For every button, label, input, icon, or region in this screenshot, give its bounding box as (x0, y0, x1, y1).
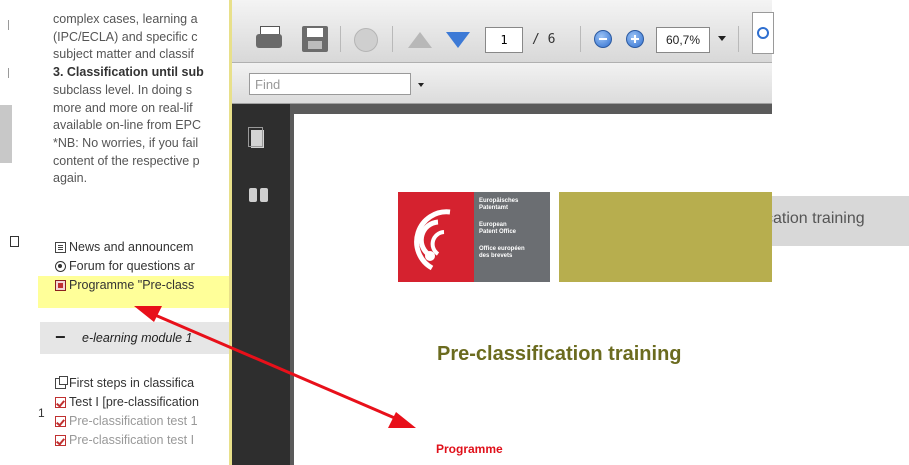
chevron-down-icon[interactable] (718, 36, 726, 41)
logo-line: des brevets (479, 253, 513, 259)
activity-link[interactable]: Pre-classification test 1 (55, 412, 232, 431)
epo-logo (398, 192, 474, 282)
toolbar-separator (580, 26, 581, 52)
logo-line: Europäisches (479, 198, 519, 204)
gutter-mark (8, 20, 13, 30)
description-heading: 3. Classification until sub (53, 65, 204, 80)
resource-list: News and announcem Forum for questions a… (55, 238, 232, 295)
activity-link[interactable]: First steps in classifica (55, 374, 232, 393)
epo-wordmark: Europäisches Patentamt European Patent O… (474, 192, 550, 282)
description-line: available on-line from EPC (53, 118, 201, 133)
forum-icon (55, 261, 66, 272)
toolbar-separator (340, 26, 341, 52)
activity-link[interactable]: Test I [pre-classification (55, 393, 232, 412)
nav-row-selected[interactable]: cation training (765, 196, 909, 246)
previous-page-icon[interactable] (408, 32, 432, 48)
gutter-panel (0, 105, 12, 163)
gutter-mark (8, 68, 13, 78)
module-title: e-learning module 1 (82, 331, 193, 345)
page-icon (55, 376, 68, 389)
pdf-viewer: 1 / 6 60,7% Find Europäisches Patentamt (229, 0, 774, 465)
globe-icon[interactable] (354, 28, 378, 52)
header-band (559, 192, 772, 282)
nav-row[interactable] (765, 98, 909, 129)
resource-programme-link[interactable]: Programme "Pre-class (55, 276, 232, 295)
logo-line: European (479, 222, 507, 228)
description-line: more and more on real-lif (53, 100, 193, 115)
nav-row-label: cation training (765, 210, 865, 227)
search-icon[interactable] (752, 12, 774, 54)
find-toolbar: Find (232, 63, 772, 104)
activity-label: Pre-classification test 1 (69, 414, 198, 428)
logo-line: Patentamt (479, 205, 509, 211)
activity-label: Pre-classification test I (69, 433, 195, 447)
description-line: (IPC/ECLA) and specific c (53, 29, 198, 44)
quiz-icon (55, 435, 66, 446)
pdf-icon (55, 280, 66, 291)
module-header[interactable]: − e-learning module 1 (40, 322, 232, 354)
nav-row[interactable] (765, 58, 909, 99)
description-line: again. (53, 171, 88, 186)
nav-row[interactable] (765, 0, 909, 59)
resource-news-link[interactable]: News and announcem (55, 238, 232, 257)
find-input[interactable]: Find (249, 73, 411, 95)
resource-label: Programme "Pre-class (69, 278, 195, 292)
resource-label: News and announcem (69, 240, 194, 254)
logo-line: Office européen (479, 246, 525, 252)
section-number: 1 (38, 406, 45, 420)
quiz-icon (55, 397, 66, 408)
toolbar-separator (392, 26, 393, 52)
resource-label: Forum for questions ar (69, 259, 195, 273)
zoom-in-button[interactable] (626, 30, 644, 48)
zoom-out-button[interactable] (594, 30, 612, 48)
navigation-rail (232, 104, 290, 465)
description-line: content of the respective p (53, 153, 200, 168)
activity-label: Test I [pre-classification (69, 395, 199, 409)
nav-row[interactable] (765, 162, 909, 197)
collapse-toggle[interactable]: − (55, 327, 66, 348)
page-total: / 6 (532, 32, 556, 47)
description-line: subclass level. In doing s (53, 82, 192, 97)
binoculars-icon[interactable] (249, 188, 269, 202)
resource-forum-link[interactable]: Forum for questions ar (55, 257, 232, 276)
description-line: subject matter and classif (53, 47, 195, 62)
document-page: Europäisches Patentamt European Patent O… (294, 114, 772, 465)
activity-list: First steps in classifica Test I [pre-cl… (55, 374, 232, 450)
logo-line: Patent Office (479, 229, 517, 235)
save-icon[interactable] (302, 26, 328, 52)
print-icon[interactable] (256, 26, 282, 52)
activity-link[interactable]: Pre-classification test I (55, 431, 232, 450)
next-page-icon[interactable] (446, 32, 470, 48)
document-subtitle: Programme (436, 442, 503, 456)
activity-label: First steps in classifica (69, 376, 195, 390)
main-toolbar: 1 / 6 60,7% (232, 0, 774, 63)
nav-row[interactable] (765, 128, 909, 163)
quiz-icon (55, 416, 66, 427)
pages-icon[interactable] (248, 127, 264, 148)
news-icon (55, 242, 66, 253)
description-line: *NB: No worries, if you fail (53, 135, 199, 150)
description-line: complex cases, learning a (53, 12, 198, 26)
toolbar-separator (738, 26, 739, 52)
checkbox-glyph (10, 236, 19, 247)
epo-logo-icon (414, 209, 451, 271)
chevron-down-icon[interactable] (418, 83, 424, 87)
page-number-input[interactable]: 1 (485, 27, 523, 53)
document-title: Pre-classification training (437, 343, 682, 365)
course-description: complex cases, learning a (IPC/ECLA) and… (53, 11, 232, 188)
zoom-level-field[interactable]: 60,7% (656, 27, 710, 53)
course-page: 1 complex cases, learning a (IPC/ECLA) a… (0, 0, 232, 465)
